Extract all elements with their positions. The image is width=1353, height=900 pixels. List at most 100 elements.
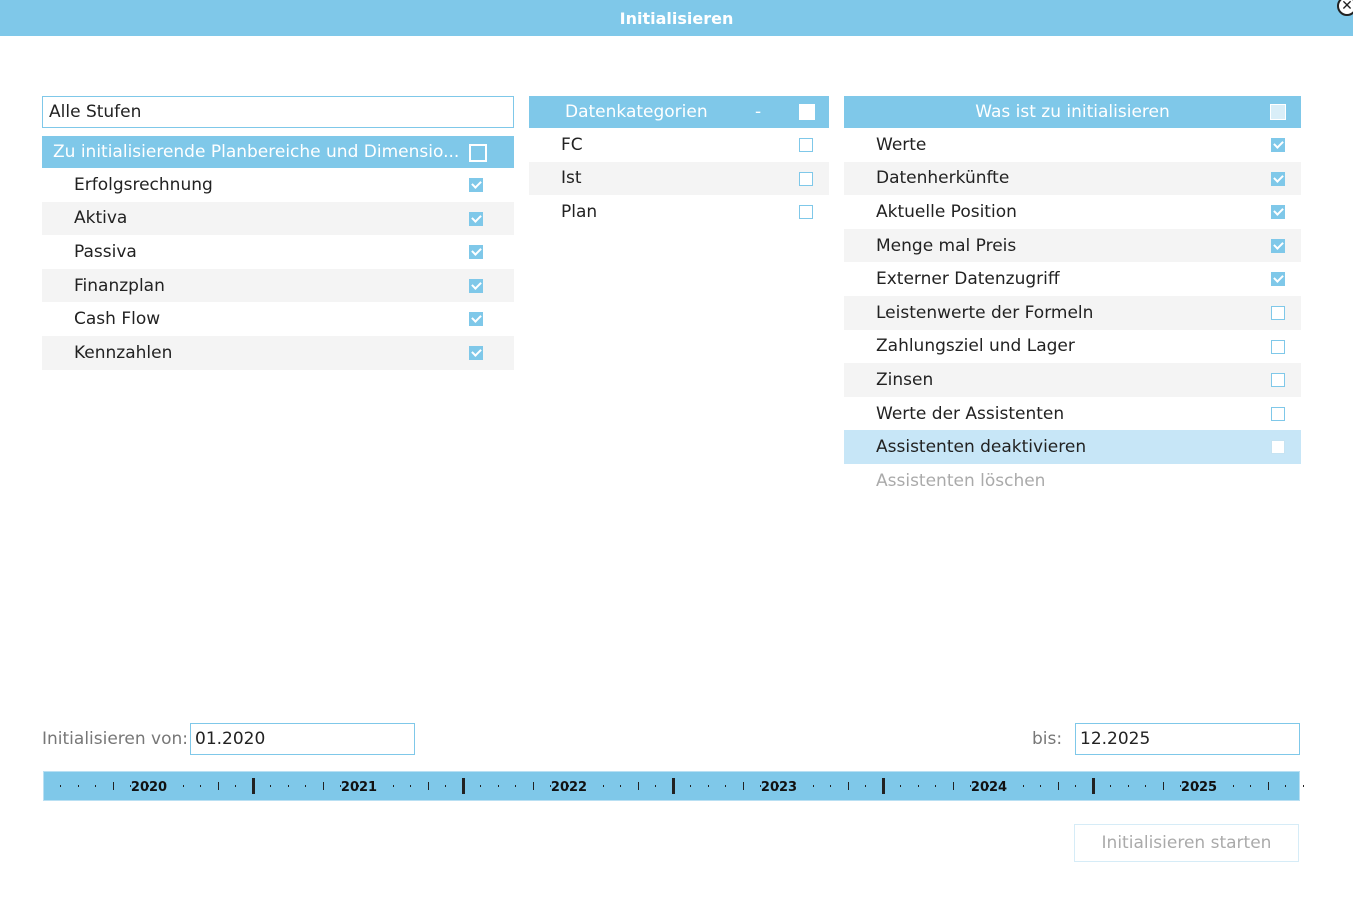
timeline-year-divider [462,778,465,794]
timeline-year-divider [1092,778,1095,794]
window-title: Initialisieren [619,8,734,28]
period-timeline[interactable]: 2020 2021 2022 2023 2024 2025 [43,771,1304,801]
timeline-tick [1285,785,1286,787]
what-row[interactable]: Aktuelle Position [844,195,1301,229]
stage-row[interactable]: Passiva [42,235,514,269]
stage-row-label: Cash Flow [74,309,161,330]
timeline-tick [1232,785,1234,787]
what-row-checkbox[interactable] [1271,406,1285,421]
timeline-tick [480,785,481,787]
timeline-tick [287,785,289,787]
timeline-tick [707,785,709,787]
timeline-tick [95,785,96,787]
timeline-year-divider [672,778,675,794]
timeline-tick [812,785,814,787]
what-row[interactable]: Werte [844,128,1301,162]
what-row-checkbox[interactable] [1271,171,1285,186]
timeline-tick [1162,782,1164,790]
timeline-tick [217,782,219,790]
stage-row[interactable]: Finanzplan [42,268,514,303]
timeline-tick [1057,782,1059,790]
what-row-checkbox[interactable] [1271,272,1285,287]
timeline-tick [532,782,534,790]
stage-row-checkbox[interactable] [469,178,483,192]
timeline-tick [1127,785,1129,787]
what-row[interactable]: Zinsen [844,363,1301,397]
stage-row[interactable]: Kennzahlen [42,335,514,370]
from-field[interactable]: 01.2020 [190,723,415,755]
stage-row-checkbox[interactable] [469,245,483,260]
start-initialize-button[interactable]: Initialisieren starten [1074,824,1299,862]
timeline-tick [410,785,411,787]
timeline-year-label: 2024 [970,780,1008,795]
stage-row-checkbox[interactable] [469,278,483,293]
timeline-tick [235,785,236,787]
what-row-checkbox[interactable] [1271,205,1285,220]
category-row-checkbox[interactable] [799,171,813,186]
categories-header-checkbox[interactable] [799,104,815,120]
category-row[interactable]: Plan [529,195,829,229]
stage-row-checkbox[interactable] [469,345,483,360]
what-row-checkbox[interactable] [1271,305,1285,320]
stages-header-checkbox[interactable] [469,144,487,162]
title-bar: Initialisieren [0,0,1353,36]
timeline-year-divider [252,778,255,794]
category-row-label: Ist [561,168,582,189]
timeline-tick [725,785,726,787]
what-row[interactable]: Menge mal Preis [844,228,1301,263]
timeline-tick [1145,785,1146,787]
what-row-checkbox[interactable] [1271,373,1285,388]
what-row[interactable]: Assistenten deaktivieren [844,430,1301,464]
stage-row[interactable]: Erfolgsrechnung [42,168,514,202]
timeline-tick [305,785,306,787]
stage-row-label: Erfolgsrechnung [74,174,213,195]
stage-row-label: Finanzplan [74,275,165,296]
stage-row[interactable]: Aktiva [42,201,514,236]
timeline-tick [917,785,919,787]
what-row-checkbox[interactable] [1271,339,1285,354]
timeline-tick [690,785,691,787]
what-row[interactable]: Zahlungsziel und Lager [844,330,1301,364]
timeline-tick [602,785,604,787]
to-field[interactable]: 12.2025 [1075,723,1300,755]
category-row[interactable]: Ist [529,161,829,196]
categories-header-label: Datenkategorien [565,102,708,122]
category-row-checkbox[interactable] [799,205,813,220]
timeline-year-label: 2025 [1180,780,1218,795]
timeline-tick [322,782,324,790]
timeline-tick [1040,785,1041,787]
categories-header[interactable]: Datenkategorien - [529,96,829,128]
what-row-checkbox[interactable] [1271,138,1285,152]
what-row-label: Leistenwerte der Formeln [876,302,1094,323]
what-row[interactable]: Leistenwerte der Formeln [844,295,1301,330]
timeline-tick [847,782,849,790]
timeline-tick [60,785,61,787]
category-row-checkbox[interactable] [799,138,813,152]
stage-filter-field[interactable]: Alle Stufen [42,96,514,128]
category-row[interactable]: FC [529,128,829,162]
stages-header[interactable]: Zu initialisierende Planbereiche und Dim… [42,136,514,168]
from-label: Initialisieren von: [42,729,189,749]
what-row-checkbox[interactable] [1271,238,1285,253]
what-header[interactable]: Was ist zu initialisieren [844,96,1301,128]
timeline-tick [112,782,114,790]
stage-row-checkbox[interactable] [469,211,483,226]
stage-row[interactable]: Cash Flow [42,302,514,336]
stage-row-checkbox[interactable] [469,312,483,327]
what-row-label: Datenherkünfte [876,168,1010,189]
what-header-checkbox[interactable] [1270,104,1286,120]
what-row[interactable]: Externer Datenzugriff [844,262,1301,296]
what-row-checkbox[interactable] [1271,440,1285,455]
timeline-tick [830,785,831,787]
what-row[interactable]: Datenherkünfte [844,161,1301,196]
what-header-label: Was ist zu initialisieren [975,102,1170,122]
what-row-label: Assistenten deaktivieren [876,437,1087,458]
what-row[interactable]: Werte der Assistenten [844,397,1301,431]
to-label: bis: [1032,729,1063,749]
timeline-tick [1302,785,1304,787]
timeline-tick [1110,785,1111,787]
stage-row-label: Kennzahlen [74,342,173,363]
stage-row-label: Aktiva [74,208,128,229]
timeline-tick [952,782,954,790]
timeline-tick [935,785,936,787]
